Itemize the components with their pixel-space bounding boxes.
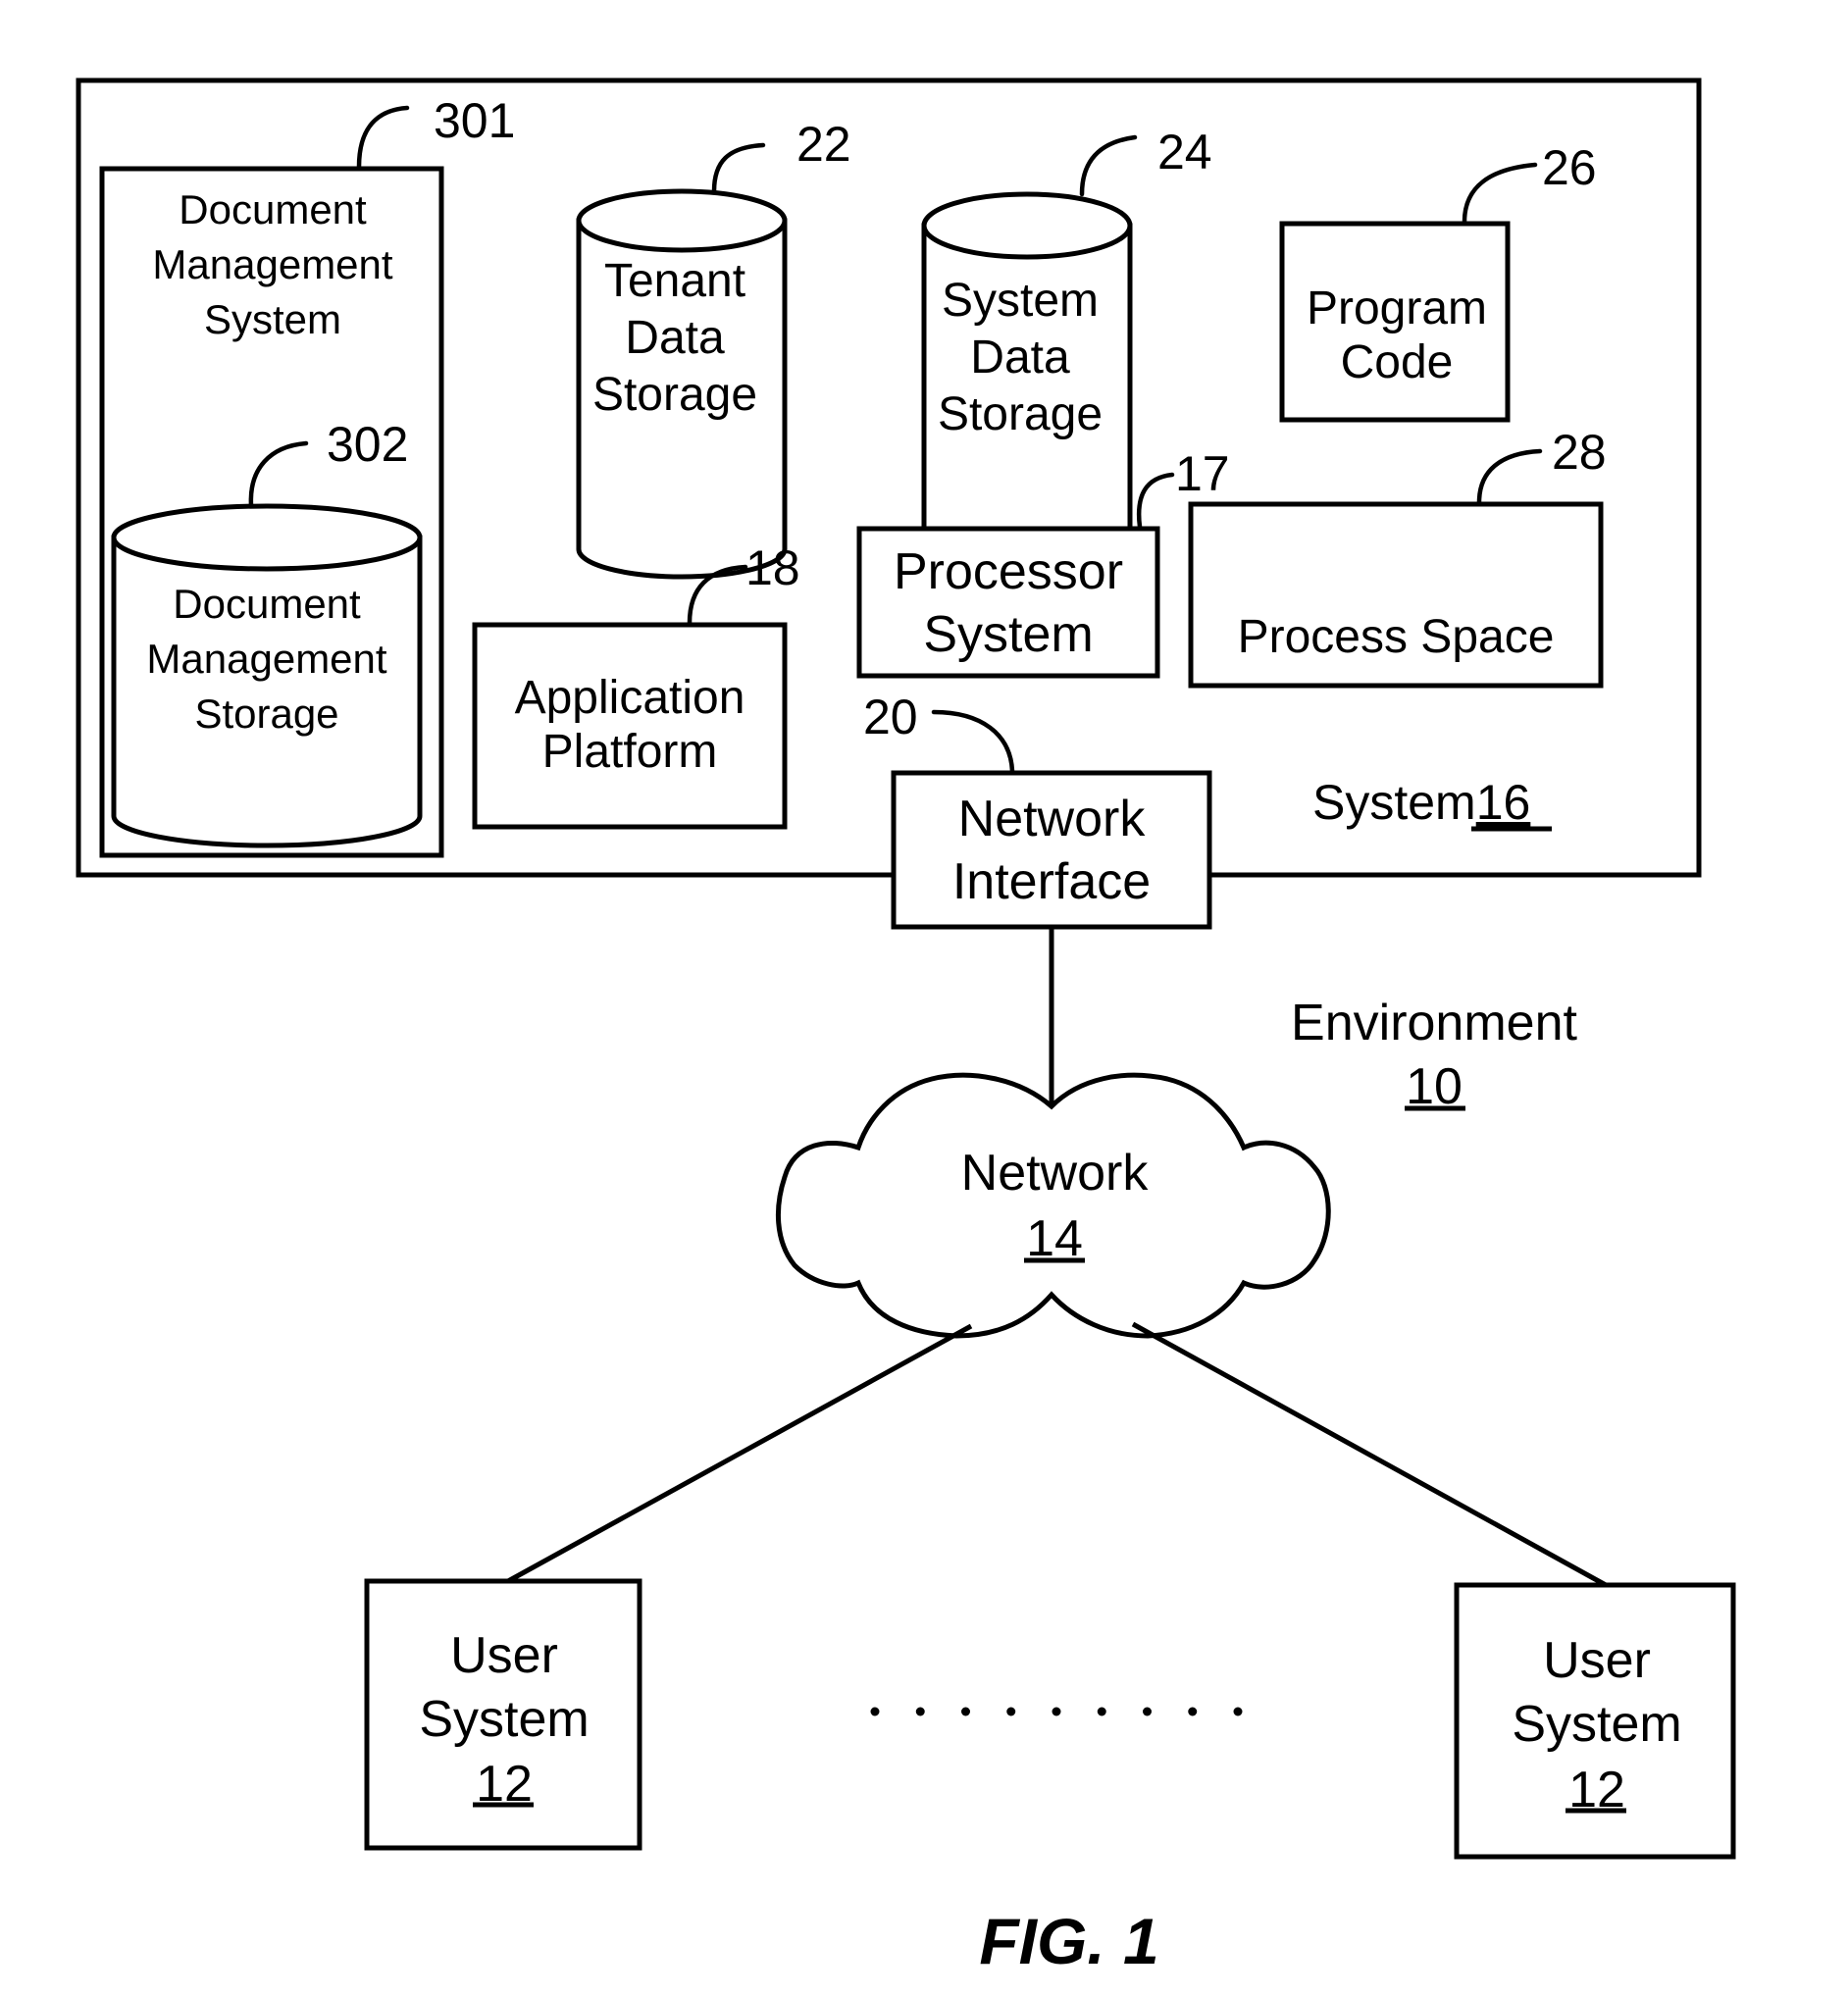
ellipsis-dot	[1097, 1707, 1106, 1716]
processor-line-1: Processor	[894, 543, 1123, 600]
user-system-1: User System 12	[364, 1578, 642, 1851]
network-to-user-system-2-line	[1131, 1321, 1608, 1588]
ref-18: 18	[745, 540, 800, 595]
system-storage-line-3: Storage	[938, 388, 1103, 440]
dm-storage-line-1: Document	[173, 581, 361, 627]
processor-line-2: System	[923, 606, 1093, 663]
network-interface-line-2: Interface	[952, 853, 1151, 910]
user-system-1-line-1: User	[450, 1627, 558, 1684]
dms-line-2: Management	[152, 241, 392, 287]
network-to-user-system-1-line	[506, 1323, 973, 1584]
cloud-shape	[775, 1072, 1331, 1339]
ref-22: 22	[796, 117, 851, 172]
ref-26: 26	[1542, 140, 1597, 195]
ellipsis-dot	[1188, 1707, 1198, 1716]
environment-diagram: Document Management System 301 Document …	[76, 77, 1736, 1977]
network-cloud: Network 14	[775, 1072, 1331, 1339]
system-label-text: System	[1312, 775, 1476, 830]
environment-label: Environment	[1291, 995, 1577, 1051]
network-label: Network	[961, 1145, 1150, 1202]
dms-line-3: System	[204, 296, 341, 342]
ref-28: 28	[1552, 425, 1607, 480]
ellipsis-dot	[870, 1707, 880, 1716]
program-code-line-2: Code	[1341, 336, 1454, 388]
system-ref: 16	[1476, 775, 1531, 830]
tenant-line-1: Tenant	[604, 255, 745, 307]
ellipsis-dot	[961, 1707, 970, 1716]
dms-storage-cylinder-top	[111, 503, 423, 572]
figure-caption: FIG. 1	[979, 1905, 1158, 1977]
ellipsis-dot	[1233, 1707, 1243, 1716]
tenant-storage-cylinder-top	[576, 188, 788, 253]
system-storage-line-2: Data	[970, 332, 1070, 384]
ellipsis-dot	[1143, 1707, 1152, 1716]
tenant-line-2: Data	[625, 312, 725, 364]
program-code-line-1: Program	[1307, 282, 1487, 334]
ref-17: 17	[1175, 446, 1230, 501]
ellipsis-dots	[870, 1707, 1243, 1716]
process-space-label: Process Space	[1238, 611, 1555, 663]
user-system-1-line-2: System	[419, 1691, 589, 1748]
system-label: System16	[1312, 775, 1530, 830]
tenant-line-3: Storage	[592, 369, 757, 421]
user-system-2: User System 12	[1454, 1582, 1736, 1860]
dm-storage-line-3: Storage	[194, 691, 338, 737]
app-platform-line-2: Platform	[542, 726, 718, 778]
ellipsis-dot	[1006, 1707, 1016, 1716]
ref-20: 20	[863, 690, 918, 744]
ref-301: 301	[434, 93, 515, 148]
user-system-2-line-1: User	[1543, 1632, 1651, 1689]
user-system-2-line-2: System	[1512, 1696, 1681, 1753]
dms-line-1: Document	[179, 186, 367, 232]
ellipsis-dot	[1052, 1707, 1061, 1716]
dm-storage-line-2: Management	[146, 636, 386, 682]
app-platform-line-1: Application	[515, 672, 745, 724]
ellipsis-dot	[915, 1707, 925, 1716]
network-interface-line-1: Network	[958, 791, 1147, 847]
ref-302: 302	[327, 417, 408, 472]
system-storage-cylinder-top	[921, 191, 1133, 260]
system-storage-line-1: System	[942, 275, 1099, 327]
ref-24: 24	[1157, 125, 1212, 179]
